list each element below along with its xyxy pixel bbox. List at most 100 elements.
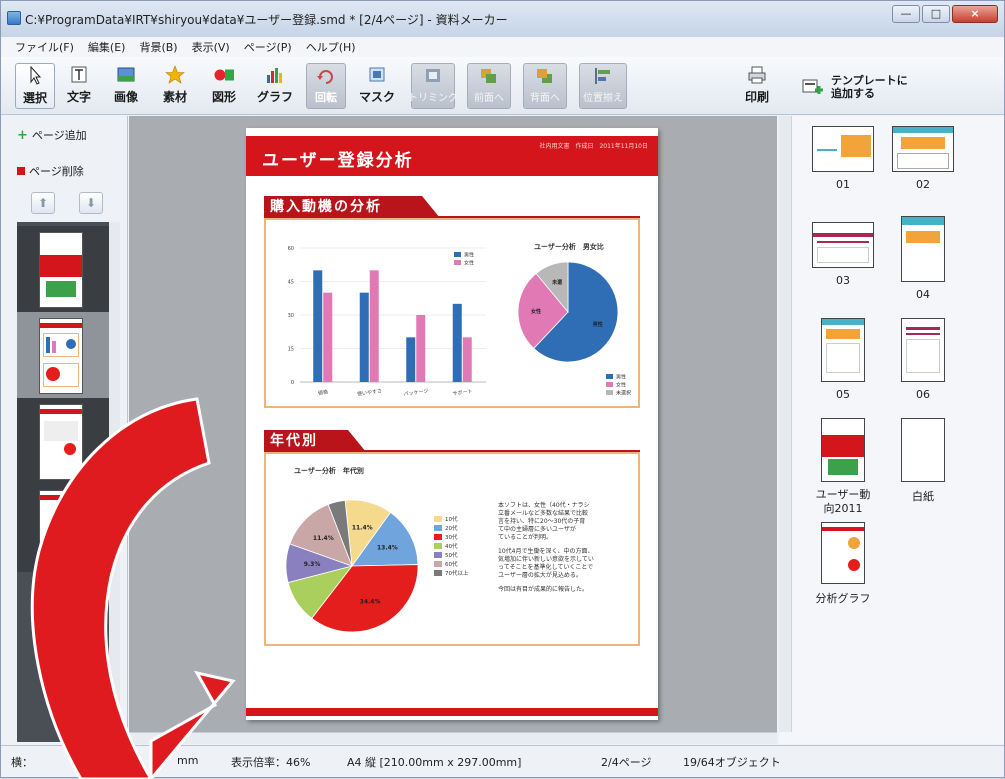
- page-title[interactable]: ユーザー登録分析: [262, 146, 414, 171]
- bring-front-icon: [481, 69, 496, 83]
- pie-data-label: 11.4%: [352, 524, 373, 531]
- bar-chart-icon: [267, 68, 282, 83]
- close-button[interactable]: ×: [952, 5, 998, 23]
- template-01[interactable]: 01: [803, 126, 883, 191]
- age-pie-chart[interactable]: 11.4% 13.4% 34.4% 9.3% 11.4% 10代20代30代40代50代6…: [274, 480, 494, 640]
- material-tool-button[interactable]: 素材: [155, 63, 195, 109]
- page-thumbnail-2[interactable]: [17, 312, 109, 400]
- legend-swatch: [454, 252, 461, 257]
- menu-view[interactable]: 表示(V): [192, 39, 230, 55]
- status-paper-size: A4 縦 [210.00mm x 297.00mm]: [347, 756, 522, 769]
- template-analysis-graph[interactable]: 分析グラフ: [795, 522, 891, 606]
- template-05[interactable]: 05: [803, 318, 883, 401]
- star-icon: [165, 65, 185, 84]
- section-title-purchase-motive[interactable]: 購入動機の分析: [264, 196, 440, 218]
- toolbar: 選択 文字 画像 素材 図形 グラフ 回転 マスク トリミング 前面へ 背面へ …: [1, 57, 1004, 115]
- y-tick-label: 45: [288, 280, 294, 286]
- page-thumbnail-1[interactable]: [17, 226, 109, 314]
- minimize-button[interactable]: —: [892, 5, 920, 23]
- bar-女性-価格: [323, 292, 333, 382]
- legend-swatch: [454, 260, 461, 265]
- template-caption: 01: [836, 178, 850, 191]
- legend-label: 男性: [464, 252, 474, 259]
- legend-swatch: [606, 374, 613, 379]
- x-tick-label: サポート: [452, 388, 473, 398]
- template-blank[interactable]: 白紙: [883, 418, 963, 504]
- menu-edit[interactable]: 編集(E): [88, 39, 126, 55]
- template-scrollbar[interactable]: [779, 116, 792, 732]
- menu-file[interactable]: ファイル(F): [15, 39, 74, 55]
- shapes-icon: [214, 69, 234, 81]
- rotate-tool-button[interactable]: 回転: [306, 63, 346, 109]
- add-page-button[interactable]: + ページ追加: [17, 124, 119, 146]
- canvas-horizontal-scrollbar[interactable]: [129, 732, 777, 744]
- purchase-motive-box[interactable]: 0 15 30 45 60 価格 使いやすさ パッケージ サポート 男性 女性 ユーザー分析 男女比…: [264, 218, 640, 408]
- page-list-panel: + ページ追加 ページ削除 ⬆ ⬇: [1, 116, 128, 744]
- delete-page-button[interactable]: ページ削除: [17, 160, 119, 182]
- gender-pie-title: ユーザー分析 男女比: [534, 243, 604, 251]
- status-position: 横：: [11, 756, 33, 769]
- template-06[interactable]: 06: [883, 318, 963, 401]
- move-page-down-button[interactable]: ⬇: [79, 192, 103, 214]
- add-template-button[interactable]: テンプレートに 追加する: [801, 69, 931, 105]
- shape-tool-button[interactable]: 図形: [204, 63, 244, 109]
- legend-label: 未選択: [616, 390, 631, 397]
- page-list-scrollbar[interactable]: [109, 222, 120, 742]
- image-tool-button[interactable]: 画像: [106, 63, 146, 109]
- mask-tool-button[interactable]: マスク: [357, 63, 397, 109]
- cursor-icon: [30, 66, 42, 85]
- send-back-button[interactable]: 背面へ: [523, 63, 567, 109]
- add-template-label-2: 追加する: [831, 87, 875, 100]
- y-tick-label: 0: [291, 380, 294, 386]
- legend-swatch: [606, 382, 613, 387]
- x-tick-label: 価格: [318, 388, 329, 396]
- legend-swatch: [434, 552, 442, 558]
- app-icon: [7, 11, 21, 25]
- print-button[interactable]: 印刷: [737, 63, 777, 109]
- bring-front-button[interactable]: 前面へ: [467, 63, 511, 109]
- section-title-by-age[interactable]: 年代別: [264, 430, 366, 452]
- page-thumbnail-3[interactable]: [17, 398, 109, 486]
- title-bar: C:¥ProgramData¥IRT¥shiryou¥data¥ユーザー登録.s…: [1, 1, 1004, 37]
- legend-swatch: [434, 561, 442, 567]
- page-header-band[interactable]: ユーザー登録分析 社内用文書 作成日 2011年11月10日: [246, 136, 658, 176]
- image-icon: [117, 67, 135, 82]
- move-page-up-button[interactable]: ⬆: [31, 192, 55, 214]
- gender-pie-chart[interactable]: 男性女性未選男性女性未選択: [512, 256, 640, 402]
- age-analysis-box[interactable]: ユーザー分析 年代別 11.4% 13.4% 34.4% 9.3% 11.4% 10代 20…: [264, 452, 640, 646]
- window-title: C:¥ProgramData¥IRT¥shiryou¥data¥ユーザー登録.s…: [25, 12, 508, 27]
- delete-icon: [17, 167, 25, 175]
- menu-background[interactable]: 背景(B): [139, 39, 177, 55]
- x-tick-label: 使いやすさ: [357, 387, 383, 397]
- select-tool-button[interactable]: 選択: [15, 63, 55, 109]
- page-meta[interactable]: 社内用文書 作成日 2011年11月10日: [539, 141, 648, 150]
- legend-label: 50代: [445, 551, 458, 559]
- editing-canvas[interactable]: ユーザー登録分析 社内用文書 作成日 2011年11月10日 購入動機の分析 0…: [129, 116, 777, 732]
- menu-page[interactable]: ページ(P): [244, 39, 292, 55]
- pie-data-label: 13.4%: [377, 544, 398, 551]
- bar-chart[interactable]: 0 15 30 45 60 価格 使いやすさ パッケージ サポート 男性女性: [266, 220, 506, 406]
- rotate-icon: [317, 70, 333, 84]
- status-zoom: 表示倍率：46%: [231, 756, 311, 769]
- status-objects: 19/64オブジェクト: [683, 756, 781, 769]
- text-tool-button[interactable]: 文字: [59, 63, 99, 109]
- legend-label: 60代: [445, 560, 458, 568]
- legend-swatch: [606, 390, 613, 395]
- trimming-tool-button[interactable]: トリミング: [408, 63, 458, 109]
- page-thumbnail-4[interactable]: [17, 484, 109, 572]
- plus-icon: +: [17, 127, 28, 143]
- menu-help[interactable]: ヘルプ(H): [306, 39, 356, 55]
- pie-data-label: 11.4%: [313, 535, 334, 542]
- graph-tool-button[interactable]: グラフ: [255, 63, 295, 109]
- document-page[interactable]: ユーザー登録分析 社内用文書 作成日 2011年11月10日 購入動機の分析 0…: [246, 128, 658, 720]
- analysis-note[interactable]: 本ソフトは、女性（40代・ナラシ 立番メールなど多数な結果で比較 言を持い、特に…: [498, 502, 634, 594]
- bar-女性-使いやすさ: [369, 270, 379, 382]
- template-04[interactable]: 04: [883, 216, 963, 301]
- template-user-trend-2011[interactable]: ユーザー動向2011: [795, 418, 891, 516]
- maximize-button[interactable]: □: [922, 5, 950, 23]
- pie-data-label: 9.3%: [304, 561, 321, 568]
- template-03[interactable]: 03: [803, 222, 883, 287]
- align-button[interactable]: 位置揃え: [579, 63, 627, 109]
- template-02[interactable]: 02: [883, 126, 963, 191]
- legend-label: 70代以上: [445, 569, 469, 577]
